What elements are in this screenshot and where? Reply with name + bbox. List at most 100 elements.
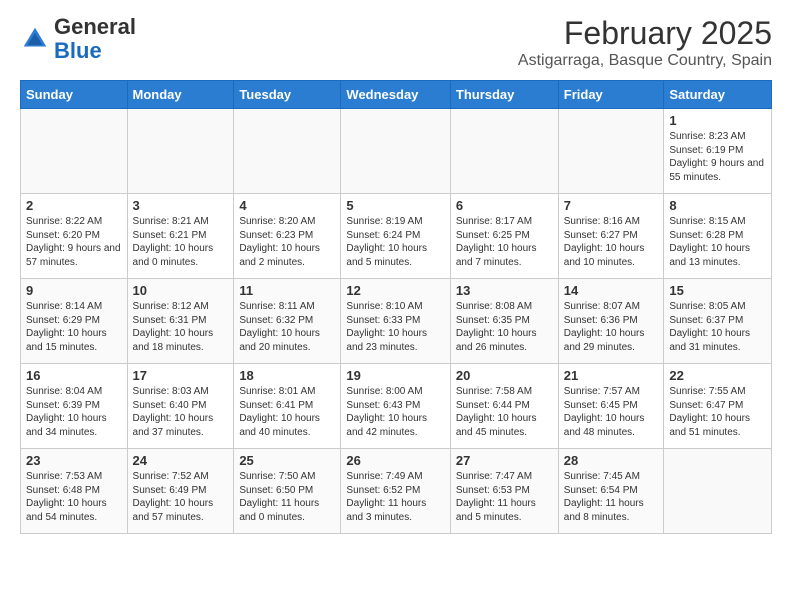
calendar-cell: 4 Sunrise: 8:20 AMSunset: 6:23 PMDaylight… xyxy=(234,194,341,279)
week-row: 16 Sunrise: 8:04 AMSunset: 6:39 PMDayligh… xyxy=(21,364,772,449)
day-info: Sunrise: 8:15 AMSunset: 6:28 PMDaylight:… xyxy=(669,215,766,269)
calendar-cell xyxy=(234,109,341,194)
header: General Blue February 2025 Astigarraga, … xyxy=(20,15,772,70)
day-number: 20 xyxy=(456,368,553,383)
calendar-cell: 2 Sunrise: 8:22 AMSunset: 6:20 PMDaylight… xyxy=(21,194,128,279)
calendar-cell: 18 Sunrise: 8:01 AMSunset: 6:41 PMDayligh… xyxy=(234,364,341,449)
day-info: Sunrise: 8:16 AMSunset: 6:27 PMDaylight:… xyxy=(564,215,659,269)
calendar-cell xyxy=(127,109,234,194)
day-info: Sunrise: 7:58 AMSunset: 6:44 PMDaylight:… xyxy=(456,385,553,439)
day-number: 14 xyxy=(564,283,659,298)
day-number: 19 xyxy=(346,368,444,383)
day-number: 15 xyxy=(669,283,766,298)
day-info: Sunrise: 8:03 AMSunset: 6:40 PMDaylight:… xyxy=(133,385,229,439)
calendar-cell: 20 Sunrise: 7:58 AMSunset: 6:44 PMDayligh… xyxy=(450,364,558,449)
day-number: 5 xyxy=(346,198,444,213)
title-section: February 2025 Astigarraga, Basque Countr… xyxy=(518,15,772,70)
week-row: 9 Sunrise: 8:14 AMSunset: 6:29 PMDaylight… xyxy=(21,279,772,364)
day-of-week-header: Monday xyxy=(127,81,234,109)
day-of-week-header: Saturday xyxy=(664,81,772,109)
day-info: Sunrise: 7:49 AMSunset: 6:52 PMDaylight:… xyxy=(346,470,444,524)
day-info: Sunrise: 8:10 AMSunset: 6:33 PMDaylight:… xyxy=(346,300,444,354)
page: General Blue February 2025 Astigarraga, … xyxy=(0,0,792,549)
day-info: Sunrise: 8:01 AMSunset: 6:41 PMDaylight:… xyxy=(239,385,335,439)
week-row: 2 Sunrise: 8:22 AMSunset: 6:20 PMDaylight… xyxy=(21,194,772,279)
day-number: 8 xyxy=(669,198,766,213)
calendar-cell: 12 Sunrise: 8:10 AMSunset: 6:33 PMDayligh… xyxy=(341,279,450,364)
week-row: 1 Sunrise: 8:23 AMSunset: 6:19 PMDaylight… xyxy=(21,109,772,194)
day-info: Sunrise: 7:45 AMSunset: 6:54 PMDaylight:… xyxy=(564,470,659,524)
day-number: 17 xyxy=(133,368,229,383)
calendar: SundayMondayTuesdayWednesdayThursdayFrid… xyxy=(20,80,772,534)
logo-icon xyxy=(20,24,50,54)
day-number: 3 xyxy=(133,198,229,213)
day-of-week-header: Sunday xyxy=(21,81,128,109)
calendar-cell: 24 Sunrise: 7:52 AMSunset: 6:49 PMDayligh… xyxy=(127,449,234,534)
logo-blue: Blue xyxy=(54,38,102,63)
day-number: 7 xyxy=(564,198,659,213)
day-number: 21 xyxy=(564,368,659,383)
day-of-week-header: Thursday xyxy=(450,81,558,109)
calendar-cell: 6Sunrise: 8:17 AMSunset: 6:25 PMDaylight… xyxy=(450,194,558,279)
day-info: Sunrise: 8:05 AMSunset: 6:37 PMDaylight:… xyxy=(669,300,766,354)
day-number: 9 xyxy=(26,283,122,298)
day-number: 25 xyxy=(239,453,335,468)
calendar-cell: 15 Sunrise: 8:05 AMSunset: 6:37 PMDayligh… xyxy=(664,279,772,364)
day-number: 18 xyxy=(239,368,335,383)
calendar-cell: 17 Sunrise: 8:03 AMSunset: 6:40 PMDayligh… xyxy=(127,364,234,449)
calendar-cell: 28Sunrise: 7:45 AMSunset: 6:54 PMDayligh… xyxy=(558,449,664,534)
calendar-cell: 7 Sunrise: 8:16 AMSunset: 6:27 PMDaylight… xyxy=(558,194,664,279)
calendar-cell: 10Sunrise: 8:12 AMSunset: 6:31 PMDayligh… xyxy=(127,279,234,364)
week-row: 23Sunrise: 7:53 AMSunset: 6:48 PMDayligh… xyxy=(21,449,772,534)
day-number: 26 xyxy=(346,453,444,468)
day-info: Sunrise: 8:20 AMSunset: 6:23 PMDaylight:… xyxy=(239,215,335,269)
day-number: 6 xyxy=(456,198,553,213)
calendar-cell xyxy=(450,109,558,194)
calendar-cell: 22Sunrise: 7:55 AMSunset: 6:47 PMDayligh… xyxy=(664,364,772,449)
calendar-cell: 5Sunrise: 8:19 AMSunset: 6:24 PMDaylight… xyxy=(341,194,450,279)
calendar-cell: 11 Sunrise: 8:11 AMSunset: 6:32 PMDayligh… xyxy=(234,279,341,364)
calendar-cell: 8 Sunrise: 8:15 AMSunset: 6:28 PMDaylight… xyxy=(664,194,772,279)
calendar-cell xyxy=(341,109,450,194)
day-number: 27 xyxy=(456,453,553,468)
day-number: 24 xyxy=(133,453,229,468)
day-number: 4 xyxy=(239,198,335,213)
day-number: 12 xyxy=(346,283,444,298)
day-of-week-header: Tuesday xyxy=(234,81,341,109)
logo: General Blue xyxy=(20,15,136,63)
day-number: 1 xyxy=(669,113,766,128)
day-info: Sunrise: 7:50 AMSunset: 6:50 PMDaylight:… xyxy=(239,470,335,524)
calendar-cell xyxy=(21,109,128,194)
calendar-cell xyxy=(664,449,772,534)
day-info: Sunrise: 8:11 AMSunset: 6:32 PMDaylight:… xyxy=(239,300,335,354)
calendar-cell: 25 Sunrise: 7:50 AMSunset: 6:50 PMDayligh… xyxy=(234,449,341,534)
day-info: Sunrise: 8:14 AMSunset: 6:29 PMDaylight:… xyxy=(26,300,122,354)
calendar-cell: 16 Sunrise: 8:04 AMSunset: 6:39 PMDayligh… xyxy=(21,364,128,449)
calendar-cell: 19Sunrise: 8:00 AMSunset: 6:43 PMDayligh… xyxy=(341,364,450,449)
day-info: Sunrise: 8:23 AMSunset: 6:19 PMDaylight:… xyxy=(669,130,766,184)
day-number: 13 xyxy=(456,283,553,298)
day-info: Sunrise: 8:07 AMSunset: 6:36 PMDaylight:… xyxy=(564,300,659,354)
main-title: February 2025 xyxy=(518,15,772,52)
day-number: 2 xyxy=(26,198,122,213)
day-info: Sunrise: 7:52 AMSunset: 6:49 PMDaylight:… xyxy=(133,470,229,524)
day-number: 22 xyxy=(669,368,766,383)
day-info: Sunrise: 8:04 AMSunset: 6:39 PMDaylight:… xyxy=(26,385,122,439)
calendar-cell: 26 Sunrise: 7:49 AMSunset: 6:52 PMDayligh… xyxy=(341,449,450,534)
day-info: Sunrise: 7:57 AMSunset: 6:45 PMDaylight:… xyxy=(564,385,659,439)
calendar-cell: 9 Sunrise: 8:14 AMSunset: 6:29 PMDaylight… xyxy=(21,279,128,364)
day-info: Sunrise: 7:53 AMSunset: 6:48 PMDaylight:… xyxy=(26,470,122,524)
day-of-week-header: Friday xyxy=(558,81,664,109)
calendar-cell: 14 Sunrise: 8:07 AMSunset: 6:36 PMDayligh… xyxy=(558,279,664,364)
calendar-cell: 13 Sunrise: 8:08 AMSunset: 6:35 PMDayligh… xyxy=(450,279,558,364)
day-info: Sunrise: 8:22 AMSunset: 6:20 PMDaylight:… xyxy=(26,215,122,269)
day-info: Sunrise: 8:12 AMSunset: 6:31 PMDaylight:… xyxy=(133,300,229,354)
day-number: 11 xyxy=(239,283,335,298)
day-number: 16 xyxy=(26,368,122,383)
calendar-cell: 23Sunrise: 7:53 AMSunset: 6:48 PMDayligh… xyxy=(21,449,128,534)
logo-text: General Blue xyxy=(54,15,136,63)
calendar-cell: 21 Sunrise: 7:57 AMSunset: 6:45 PMDayligh… xyxy=(558,364,664,449)
day-info: Sunrise: 8:08 AMSunset: 6:35 PMDaylight:… xyxy=(456,300,553,354)
logo-general: General xyxy=(54,14,136,39)
calendar-header-row: SundayMondayTuesdayWednesdayThursdayFrid… xyxy=(21,81,772,109)
